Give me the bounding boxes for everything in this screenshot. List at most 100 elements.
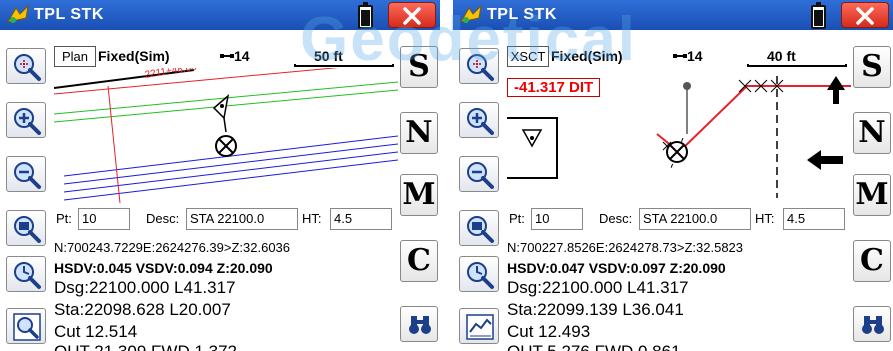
point-entry-row: Pt: 10 Desc: STA 22100.0 HT: 4.5	[507, 207, 851, 233]
zoom-previous-icon	[467, 262, 494, 289]
pt-field[interactable]: 10	[531, 208, 583, 230]
menu-button[interactable]: M	[400, 174, 438, 216]
ht-field[interactable]: 4.5	[783, 208, 845, 230]
close-icon	[403, 7, 421, 25]
zoom-out-button[interactable]	[459, 156, 499, 192]
zoom-previous-button[interactable]	[6, 256, 46, 292]
zoom-in-button[interactable]	[459, 102, 499, 138]
offset-readout: -41.317 DIT	[507, 78, 601, 97]
precision-readout: HSDV:0.047 VSDV:0.097 Z:20.090	[507, 260, 726, 276]
zoom-in-button[interactable]	[6, 102, 46, 138]
pt-label: Pt:	[56, 211, 72, 226]
cross-section-panel: TPL STK XSCT Fixed(Sim) 14 40 ft -41.317…	[453, 0, 893, 351]
next-button[interactable]: N	[400, 112, 438, 154]
zoom-window-icon	[467, 216, 494, 243]
profile-view-button[interactable]	[459, 308, 499, 344]
cut-fill-readout: Cut 12.514	[54, 322, 138, 341]
pt-field[interactable]: 10	[78, 208, 130, 230]
view-button[interactable]	[400, 306, 438, 342]
desc-label: Desc:	[146, 211, 180, 226]
store-button[interactable]: S	[853, 46, 891, 88]
config-button[interactable]: C	[853, 240, 891, 282]
satellite-count: 14	[234, 48, 250, 64]
zoom-extents-button[interactable]	[459, 48, 499, 84]
zoom-extents-icon	[467, 54, 494, 81]
scale-bar	[747, 64, 847, 67]
plan-map-canvas[interactable]: 2211+48.00	[54, 68, 398, 203]
zoom-window-icon	[14, 216, 41, 243]
desc-field[interactable]: STA 22100.0	[186, 208, 298, 230]
zoom-extents-icon	[14, 54, 41, 81]
menu-button[interactable]: M	[853, 174, 891, 216]
config-button[interactable]: C	[400, 240, 438, 282]
out-fwd-readout: OUT 21.309 FWD 1.372	[54, 342, 237, 351]
current-station-readout: Sta:22098.628 L20.007	[54, 300, 231, 319]
store-button[interactable]: S	[400, 46, 438, 88]
battery-icon	[811, 2, 826, 29]
satellite-icon	[673, 54, 687, 58]
satellite-icon	[220, 54, 234, 58]
title-bar: TPL STK	[0, 0, 440, 30]
gps-status: Fixed(Sim)	[551, 48, 623, 64]
plan-view-panel: TPL STK Plan Fixed(Sim) 14 50 ft 2211+48…	[0, 0, 440, 351]
app-logo-icon	[7, 4, 29, 23]
precision-readout: HSDV:0.045 VSDV:0.094 Z:20.090	[54, 260, 273, 276]
view-mode-tab[interactable]: Plan	[54, 46, 96, 67]
ht-field[interactable]: 4.5	[330, 208, 392, 230]
gps-status: Fixed(Sim)	[98, 48, 170, 64]
north-arrow-icon	[827, 76, 845, 104]
zoom-all-button[interactable]	[6, 308, 46, 344]
close-icon	[856, 7, 874, 25]
zoom-window-button[interactable]	[459, 210, 499, 246]
action-toolbar: S N M C	[400, 30, 440, 351]
close-button[interactable]	[841, 2, 889, 28]
ht-label: HT:	[755, 211, 775, 226]
desc-field[interactable]: STA 22100.0	[639, 208, 751, 230]
zoom-in-icon	[14, 108, 41, 135]
zoom-toolbar	[453, 30, 505, 351]
zoom-previous-icon	[14, 262, 41, 289]
map-scale: 40 ft	[767, 48, 796, 64]
desc-label: Desc:	[599, 211, 633, 226]
zoom-window-button[interactable]	[6, 210, 46, 246]
zoom-out-button[interactable]	[6, 156, 46, 192]
view-mode-tab[interactable]: XSCT	[507, 46, 549, 67]
profile-view-icon	[466, 314, 494, 340]
map-scale: 50 ft	[314, 48, 343, 64]
satellite-count: 14	[687, 48, 703, 64]
scale-bar	[294, 64, 394, 67]
app-logo-icon	[460, 4, 482, 23]
view-button[interactable]	[853, 306, 891, 342]
design-station-readout: Dsg:22100.000 L41.317	[54, 278, 236, 297]
title-bar: TPL STK	[453, 0, 893, 30]
close-button[interactable]	[388, 2, 436, 28]
coordinates-readout: N:700227.8526E:2624278.73>Z:32.5823	[507, 240, 744, 255]
plan-map-drawing	[54, 68, 398, 203]
app-title: TPL STK	[34, 6, 104, 23]
current-station-readout: Sta:22099.139 L36.041	[507, 300, 684, 319]
direction-arrow-icon	[807, 150, 843, 170]
zoom-in-icon	[467, 108, 494, 135]
app-title: TPL STK	[487, 6, 557, 23]
panel-divider	[440, 0, 453, 351]
pt-label: Pt:	[509, 211, 525, 226]
zoom-extents-button[interactable]	[6, 48, 46, 84]
zoom-out-icon	[14, 162, 41, 189]
coordinates-readout: N:700243.7229E:2624276.39>Z:32.6036	[54, 240, 291, 255]
map-status-bar: XSCT Fixed(Sim) 14 40 ft	[507, 46, 851, 69]
binoculars-icon	[862, 316, 884, 334]
ht-label: HT:	[302, 211, 322, 226]
binoculars-icon	[409, 316, 431, 334]
map-status-bar: Plan Fixed(Sim) 14 50 ft	[54, 46, 398, 69]
zoom-previous-button[interactable]	[459, 256, 499, 292]
battery-icon	[358, 2, 373, 29]
cut-fill-readout: Cut 12.493	[507, 322, 591, 341]
zoom-all-icon	[13, 313, 41, 341]
next-button[interactable]: N	[853, 112, 891, 154]
design-station-readout: Dsg:22100.000 L41.317	[507, 278, 689, 297]
out-fwd-readout: OUT 5.276 FWD 0.861	[507, 342, 681, 351]
action-toolbar: S N M C	[853, 30, 893, 351]
zoom-out-icon	[467, 162, 494, 189]
point-entry-row: Pt: 10 Desc: STA 22100.0 HT: 4.5	[54, 207, 398, 233]
zoom-toolbar	[0, 30, 52, 351]
